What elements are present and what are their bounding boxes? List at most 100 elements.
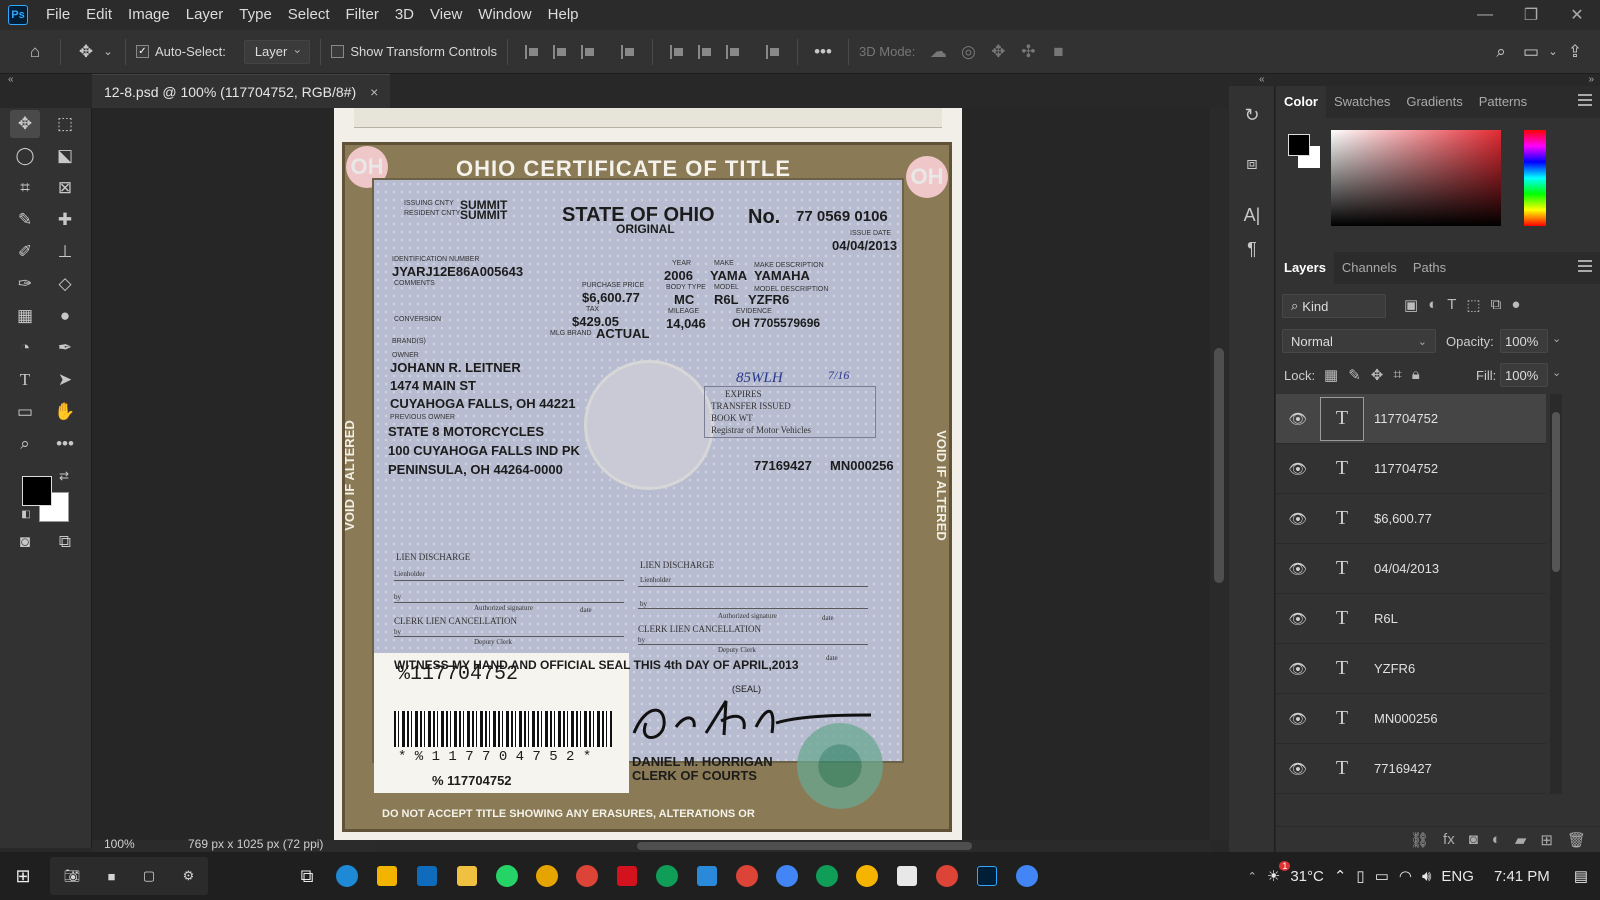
lock-pixels-icon[interactable]: ✎: [1348, 366, 1361, 384]
screen-mode-icon[interactable]: ⧉: [50, 528, 80, 556]
acrobat-icon[interactable]: [608, 857, 646, 895]
align-bottom-icon[interactable]: [719, 38, 747, 66]
move-tool-icon[interactable]: ✥: [10, 110, 40, 138]
clock-time[interactable]: 7:41 PM: [1494, 868, 1550, 885]
filter-toggle-icon[interactable]: ●: [1511, 296, 1520, 314]
eyedropper-icon[interactable]: ✎: [10, 206, 40, 234]
crop-tool-icon[interactable]: ⌗: [10, 174, 40, 202]
adjustment-filter-icon[interactable]: ◐: [1428, 296, 1437, 314]
new-group-icon[interactable]: ▰: [1515, 831, 1527, 849]
close-icon[interactable]: ×: [370, 84, 378, 100]
healing-brush-icon[interactable]: ✚: [50, 206, 80, 234]
horizontal-scrollbar[interactable]: [375, 840, 1210, 852]
menu-select[interactable]: Select: [280, 0, 338, 30]
align-top-icon[interactable]: [663, 38, 691, 66]
chrome-icon[interactable]: [928, 857, 966, 895]
restore-icon[interactable]: ❐: [1508, 0, 1554, 30]
pixel-filter-icon[interactable]: ▣: [1404, 296, 1418, 314]
document-tab[interactable]: 12-8.psd @ 100% (117704752, RGB/8#) ×: [92, 74, 391, 108]
workspace-icon[interactable]: ▭: [1516, 37, 1546, 67]
chevron-down-icon[interactable]: ⌄: [1546, 37, 1560, 67]
zoom-level[interactable]: 100%: [104, 837, 135, 851]
3d-roll-icon[interactable]: ◎: [953, 37, 983, 67]
rectangle-tool-icon[interactable]: ▭: [10, 398, 40, 426]
3d-pan-icon[interactable]: ✥: [983, 37, 1013, 67]
scrollbar-thumb[interactable]: [637, 842, 972, 850]
3d-camera-icon[interactable]: ■: [1043, 37, 1073, 67]
delete-layer-icon[interactable]: 🗑︎: [1567, 831, 1586, 849]
video-icon[interactable]: ■: [108, 869, 116, 884]
show-transform-checkbox[interactable]: Show Transform Controls: [331, 44, 497, 59]
align-right-icon[interactable]: [574, 38, 602, 66]
visibility-eye-icon[interactable]: 👁︎: [1276, 660, 1320, 678]
visibility-eye-icon[interactable]: 👁︎: [1276, 760, 1320, 778]
taskbar-scroll-icon[interactable]: ⌃: [1248, 870, 1257, 883]
minimize-icon[interactable]: —: [1462, 0, 1508, 30]
tab-patterns[interactable]: Patterns: [1471, 86, 1535, 118]
menu-file[interactable]: File: [38, 0, 78, 30]
new-layer-icon[interactable]: ⊞: [1540, 831, 1553, 849]
layers-scrollbar[interactable]: [1550, 394, 1562, 794]
layer-row[interactable]: 👁︎ T 117704752: [1276, 444, 1546, 494]
align-middle-v-icon[interactable]: [691, 38, 719, 66]
whatsapp-icon[interactable]: [488, 857, 526, 895]
wifi-icon[interactable]: ◠: [1399, 867, 1412, 885]
chrome-icon[interactable]: [768, 857, 806, 895]
battery-icon[interactable]: ▭: [1375, 867, 1389, 885]
hand-tool-icon[interactable]: ✋: [50, 398, 80, 426]
adjustment-layer-icon[interactable]: ◐: [1492, 831, 1501, 848]
align-left-icon[interactable]: [518, 38, 546, 66]
distribute-v-icon[interactable]: [759, 38, 787, 66]
visibility-eye-icon[interactable]: 👁︎: [1276, 610, 1320, 628]
task-view-icon[interactable]: ⧉: [288, 857, 326, 895]
panel-menu-icon[interactable]: [1578, 260, 1592, 272]
blend-mode-dropdown[interactable]: Normal ⌄: [1282, 329, 1436, 353]
notes-app-icon[interactable]: [888, 857, 926, 895]
volume-icon[interactable]: 🔊︎: [1422, 868, 1431, 885]
chrome-icon[interactable]: [728, 857, 766, 895]
lock-all-icon[interactable]: 🔒︎: [1412, 366, 1420, 384]
layer-row[interactable]: 👁︎ T YZFR6: [1276, 644, 1546, 694]
layer-row[interactable]: 👁︎ T R6L: [1276, 594, 1546, 644]
swap-colors-icon[interactable]: ⇄: [56, 468, 72, 484]
layer-name[interactable]: 77169427: [1374, 761, 1432, 776]
character-panel-icon[interactable]: A|: [1239, 202, 1265, 228]
file-explorer-icon[interactable]: [448, 857, 486, 895]
opacity-input[interactable]: 100%: [1500, 329, 1548, 353]
layer-row[interactable]: 👁︎ T 117704752: [1276, 394, 1546, 444]
foreground-color-swatch[interactable]: [22, 476, 52, 506]
layer-name[interactable]: MN000256: [1374, 711, 1438, 726]
visibility-eye-icon[interactable]: 👁︎: [1276, 510, 1320, 528]
gradient-tool-icon[interactable]: ▦: [10, 302, 40, 330]
layer-name[interactable]: 117704752: [1374, 461, 1438, 476]
menu-view[interactable]: View: [422, 0, 470, 30]
tab-color[interactable]: Color: [1276, 86, 1326, 118]
chrome-icon[interactable]: [568, 857, 606, 895]
window-icon[interactable]: ▢: [143, 868, 155, 884]
paragraph-panel-icon[interactable]: ¶: [1239, 236, 1265, 262]
settings-gear-icon[interactable]: ⚙: [183, 868, 195, 884]
marquee-tool-icon[interactable]: ⬚: [50, 110, 80, 138]
chrome-icon[interactable]: [648, 857, 686, 895]
quick-mask-icon[interactable]: ◙: [10, 528, 40, 556]
vscode-icon[interactable]: [688, 857, 726, 895]
object-select-icon[interactable]: ⬕: [50, 142, 80, 170]
layer-row[interactable]: 👁︎ T 77169427: [1276, 744, 1546, 794]
expand-icon[interactable]: »: [1588, 74, 1594, 85]
more-tools-icon[interactable]: •••: [50, 430, 80, 458]
visibility-eye-icon[interactable]: 👁︎: [1276, 710, 1320, 728]
chevron-down-icon[interactable]: ⌄: [101, 37, 115, 67]
smart-object-filter-icon[interactable]: ⧉: [1491, 296, 1502, 314]
chrome-icon[interactable]: [1008, 857, 1046, 895]
layer-name[interactable]: 04/04/2013: [1374, 561, 1439, 576]
scrollbar-thumb[interactable]: [1214, 348, 1224, 583]
blur-tool-icon[interactable]: ●: [50, 302, 80, 330]
device-icon[interactable]: ▯: [1356, 867, 1364, 885]
fill-input[interactable]: 100%: [1500, 363, 1548, 387]
add-mask-icon[interactable]: ◙: [1469, 831, 1478, 848]
layer-row[interactable]: 👁︎ T 04/04/2013: [1276, 544, 1546, 594]
windows-start-icon[interactable]: ⊞: [4, 857, 42, 895]
fx-icon[interactable]: fx: [1443, 831, 1455, 848]
history-brush-icon[interactable]: ✑: [10, 270, 40, 298]
camera-icon[interactable]: 📷︎: [64, 868, 81, 884]
